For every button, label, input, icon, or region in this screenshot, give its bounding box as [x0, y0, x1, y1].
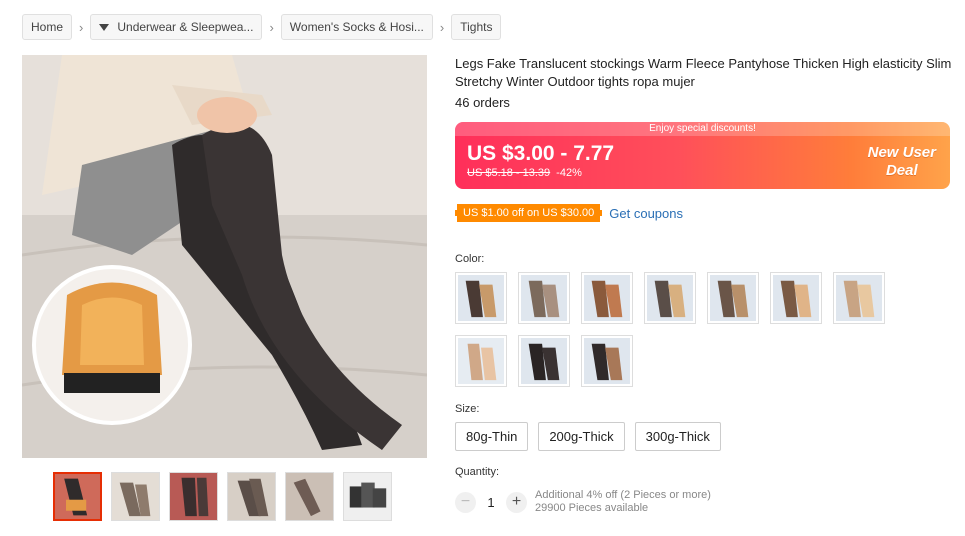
color-swatch-5[interactable]: [707, 272, 759, 324]
thumbnail-3[interactable]: [169, 472, 218, 521]
discount-banner-text: Enjoy special discounts!: [455, 122, 950, 136]
badge-line-1: New User: [867, 144, 936, 161]
original-price: US $5.18 - 13.39: [467, 167, 551, 179]
color-swatch-2[interactable]: [518, 272, 570, 324]
quantity-stepper: − 1 + Additional 4% off (2 Pieces or mor…: [455, 489, 711, 515]
breadcrumb-label: Home: [31, 20, 64, 34]
size-option-300g-thick[interactable]: 300g-Thick: [634, 422, 721, 451]
stock-available-note: 29900 Pieces available: [535, 502, 649, 514]
original-price-row: US $5.18 - 13.39 -42%: [467, 167, 582, 179]
quantity-increase-button[interactable]: +: [506, 491, 527, 513]
breadcrumb-label: Underwear & Sleepwea...: [117, 20, 254, 34]
color-options: [455, 272, 925, 398]
color-swatch-1[interactable]: [455, 272, 507, 324]
color-swatch-8[interactable]: [455, 335, 507, 387]
main-product-image[interactable]: [22, 55, 427, 458]
size-options: 80g-Thin 200g-Thick 300g-Thick: [455, 422, 731, 451]
thumbnail-4[interactable]: [227, 472, 276, 521]
breadcrumb-label: Tights: [460, 20, 493, 34]
breadcrumb-category[interactable]: Underwear & Sleepwea...: [90, 14, 263, 40]
coupon-row: US $1.00 off on US $30.00 Get coupons: [455, 204, 683, 222]
color-swatch-6[interactable]: [770, 272, 822, 324]
breadcrumb-label: Women's Socks & Hosi...: [289, 20, 424, 34]
get-coupons-link[interactable]: Get coupons: [609, 206, 683, 221]
caret-down-icon: [99, 23, 110, 31]
quantity-decrease-button[interactable]: −: [455, 491, 476, 513]
thumbnail-5[interactable]: [285, 472, 334, 521]
color-swatch-4[interactable]: [644, 272, 696, 324]
breadcrumb-separator: ›: [79, 19, 84, 35]
orders-count: 46 orders: [455, 95, 510, 110]
quantity-info: Additional 4% off (2 Pieces or more) 299…: [535, 489, 711, 515]
discount-percent: -42%: [556, 167, 582, 179]
breadcrumb-separator: ›: [269, 19, 274, 35]
coupon-tag[interactable]: US $1.00 off on US $30.00: [455, 204, 603, 222]
thumbnail-1[interactable]: [53, 472, 102, 521]
color-swatch-7[interactable]: [833, 272, 885, 324]
color-swatch-10[interactable]: [581, 335, 633, 387]
product-title: Legs Fake Translucent stockings Warm Fle…: [455, 56, 952, 89]
size-option-80g-thin[interactable]: 80g-Thin: [455, 422, 529, 451]
breadcrumb: Home › Underwear & Sleepwea... › Women's…: [22, 14, 502, 40]
breadcrumb-tights[interactable]: Tights: [451, 14, 502, 40]
current-price: US $3.00 - 7.77: [467, 142, 615, 165]
breadcrumb-subcategory[interactable]: Women's Socks & Hosi...: [280, 14, 433, 40]
breadcrumb-separator: ›: [439, 19, 445, 35]
color-swatch-9[interactable]: [518, 335, 570, 387]
price-banner: Enjoy special discounts! US $3.00 - 7.77…: [455, 122, 950, 189]
breadcrumb-home[interactable]: Home: [22, 14, 73, 40]
color-label: Color:: [455, 253, 485, 265]
thumbnail-strip: [53, 472, 401, 521]
new-user-deal-badge: New User Deal: [868, 144, 936, 180]
quantity-value[interactable]: 1: [476, 495, 506, 510]
badge-line-2: Deal: [885, 162, 918, 179]
size-option-200g-thick[interactable]: 200g-Thick: [538, 422, 625, 451]
size-label: Size:: [455, 403, 480, 415]
thumbnail-6[interactable]: [343, 472, 392, 521]
thumbnail-2[interactable]: [111, 472, 160, 521]
color-swatch-3[interactable]: [581, 272, 633, 324]
bulk-discount-note: Additional 4% off (2 Pieces or more): [535, 489, 711, 501]
quantity-label: Quantity:: [455, 466, 500, 478]
